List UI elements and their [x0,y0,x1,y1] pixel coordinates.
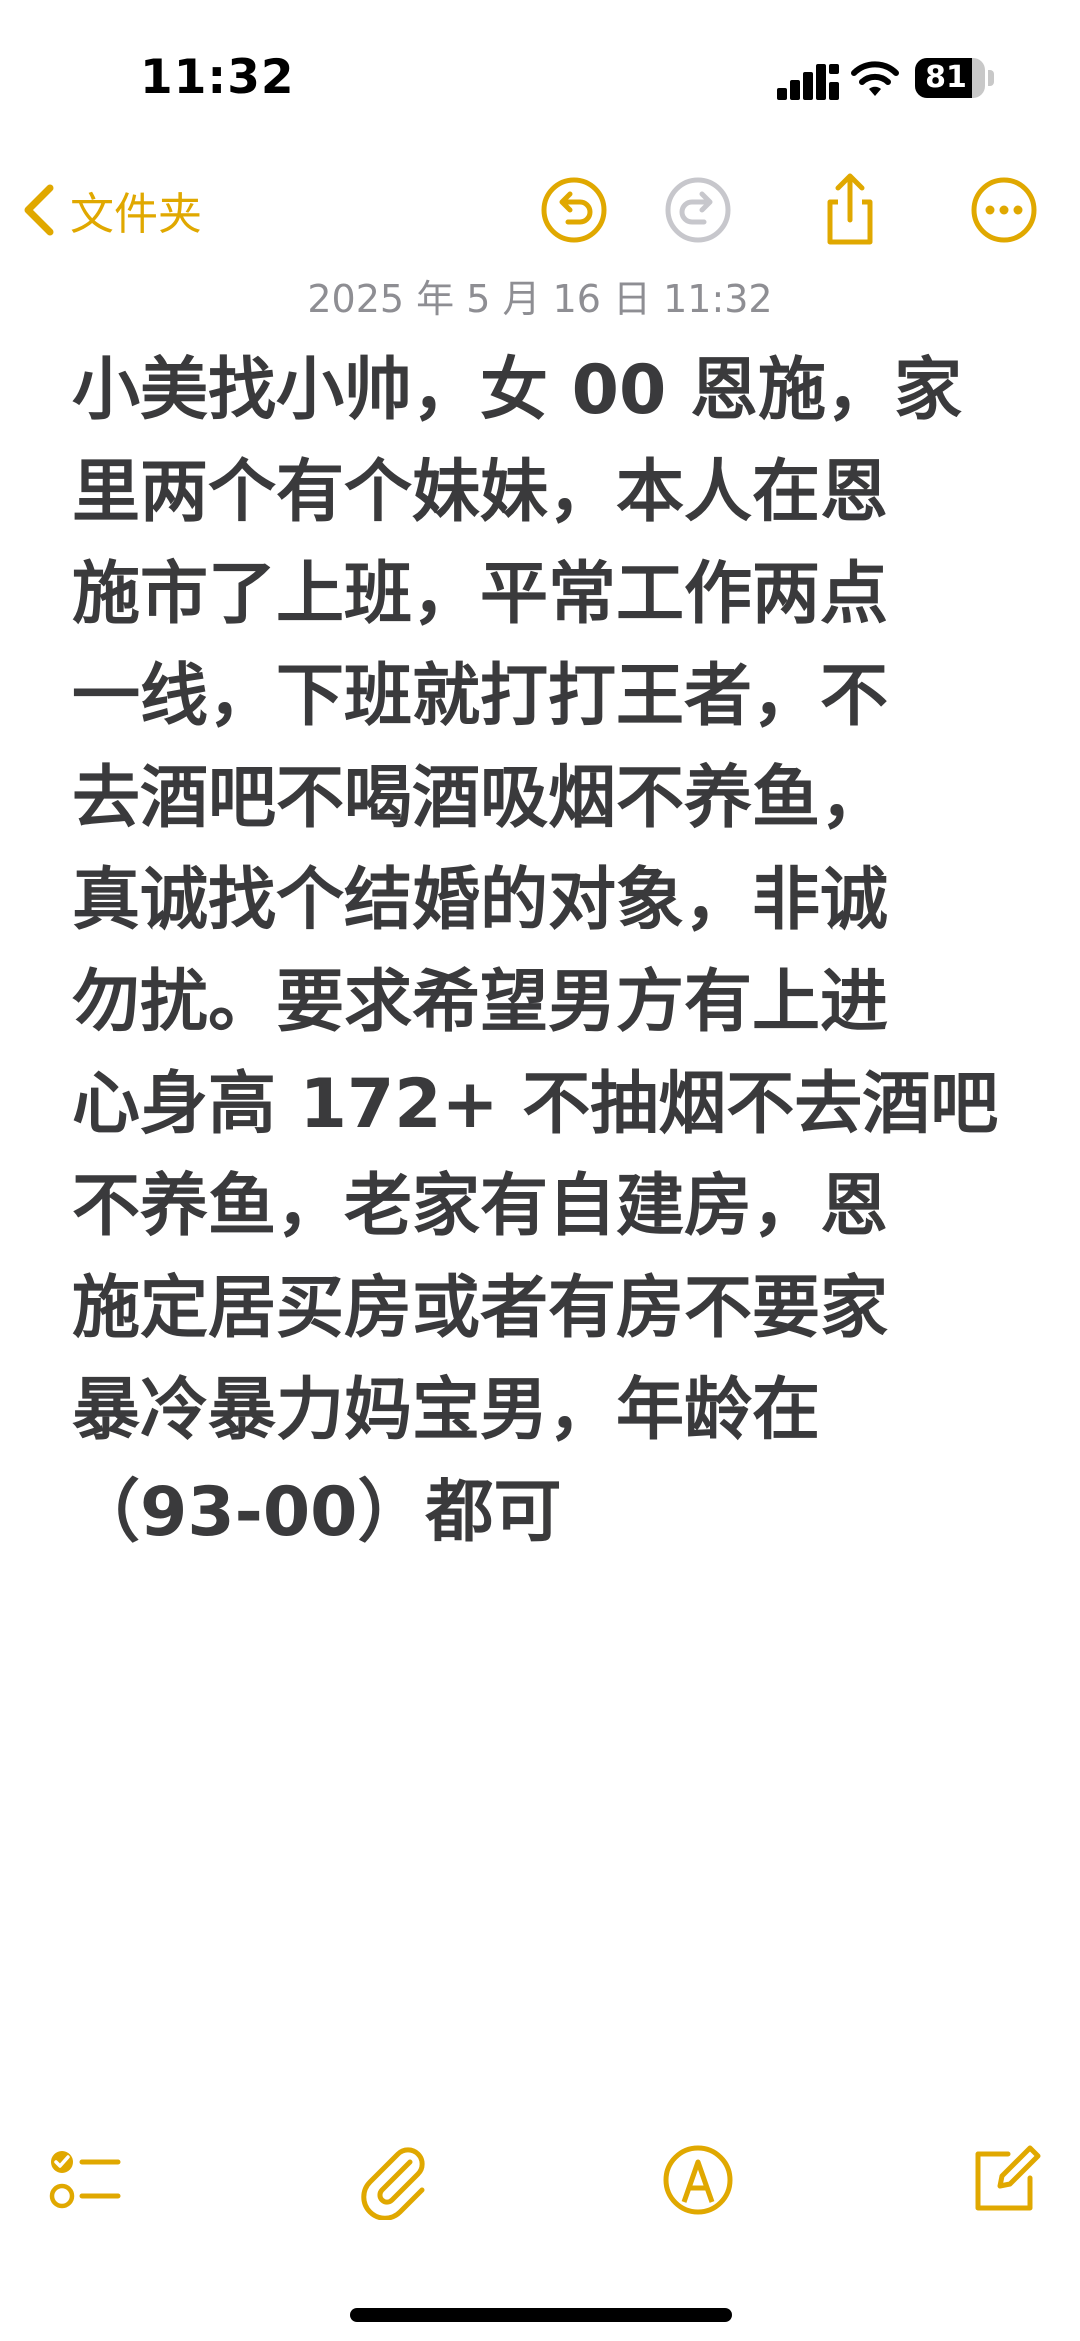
note-line: 里两个有个妹妹，本人在恩 [72,453,889,532]
note-line: 真诚找个结婚的对象，非诚 [72,861,889,940]
note-line: 去酒吧不喝酒吸烟不养鱼， [72,759,889,838]
bottom-toolbar [0,2130,1080,2240]
battery-indicator: 81 [915,58,995,100]
note-line: 暴冷暴力妈宝男，年龄在 [72,1371,821,1450]
note-line: 不养鱼，老家有自建房，恩 [72,1167,889,1246]
note-line: 勿扰。要求希望男方有上进 [72,963,889,1042]
paperclip-icon[interactable] [352,2140,432,2220]
markup-pen-icon[interactable] [658,2140,738,2220]
nav-bar: 文件夹 [0,160,1080,260]
back-label: 文件夹 [70,189,202,240]
checklist-icon[interactable] [44,2140,124,2220]
chevron-left-icon [24,184,54,236]
redo-icon[interactable] [660,172,736,248]
note-line: 一线，下班就打打王者，不 [72,657,889,736]
battery-percent: 81 [925,60,967,95]
note-line: 施定居买房或者有房不要家 [72,1269,889,1348]
note-line: （93-00）都可 [72,1473,562,1552]
back-button[interactable]: 文件夹 [20,172,202,248]
undo-icon[interactable] [536,172,612,248]
status-time: 11:32 [140,50,295,105]
home-indicator[interactable] [350,2308,732,2322]
note-body[interactable]: 小美找小帅，女 00 恩施，家 里两个有个妹妹，本人在恩 施市了上班，平常工作两点一… [72,340,1022,1564]
wifi-icon [851,61,899,96]
note-line: 小美找小帅，女 00 恩施，家 [72,351,962,430]
share-icon[interactable] [812,172,888,248]
cellular-signal-icon [777,64,839,100]
status-bar: 11:32 81 [0,0,1080,160]
note-line: 施市了上班，平常工作两点 [72,555,889,634]
more-icon[interactable] [966,172,1042,248]
note-line: 心身高 172+ 不抽烟不去酒吧 [72,1065,999,1144]
note-date: 2025 年 5 月 16 日 11:32 [307,277,773,321]
compose-icon[interactable] [964,2140,1044,2220]
